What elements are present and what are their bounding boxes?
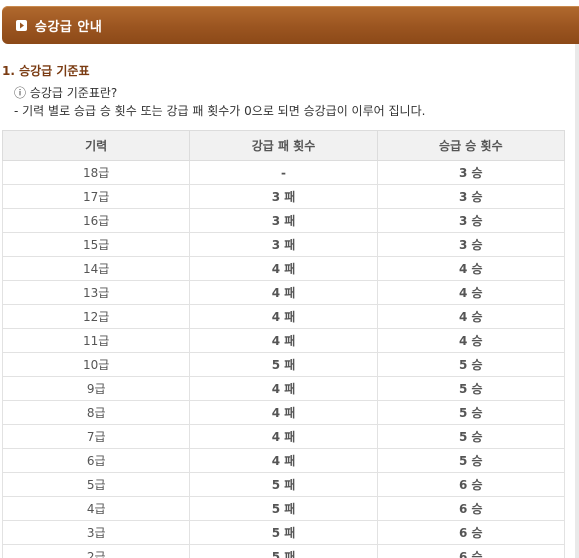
- cell-demote-losses: 4 패: [189, 304, 378, 329]
- cell-demote-losses: 3 패: [189, 208, 378, 233]
- table-row: 7급 4 패5 승: [1, 424, 566, 449]
- cell-promote-wins: 5 승: [376, 400, 566, 425]
- cell-demote-losses: 4 패: [189, 448, 378, 473]
- cell-promote-wins: 5 승: [376, 424, 566, 449]
- cell-promote-wins: 3 승: [376, 232, 566, 257]
- cell-promote-wins: 4 승: [376, 328, 566, 353]
- cell-rank: 11급: [1, 328, 191, 353]
- table-row: 16급 3 패3 승: [1, 208, 566, 233]
- cell-demote-losses: 3 패: [189, 232, 378, 257]
- cell-rank: 17급: [1, 184, 191, 209]
- cell-promote-wins: 5 승: [376, 376, 566, 401]
- cell-rank: 13급: [1, 280, 191, 305]
- cell-demote-losses: 3 패: [189, 184, 378, 209]
- column-header-demote-losses: 강급 패 횟수: [189, 130, 378, 161]
- cell-rank: 6급: [1, 448, 191, 473]
- cell-promote-wins: 5 승: [376, 352, 566, 377]
- cell-promote-wins: 6 승: [376, 496, 566, 521]
- table-row: 8급 4 패5 승: [1, 400, 566, 425]
- table-row: 9급 4 패5 승: [1, 376, 566, 401]
- cell-demote-losses: 5 패: [189, 544, 378, 558]
- table-row: 5급 5 패6 승: [1, 472, 566, 497]
- table-row: 4급 5 패6 승: [1, 496, 566, 521]
- header-title: 승강급 안내: [35, 19, 103, 35]
- table-row: 3급 5 패6 승: [1, 520, 566, 545]
- cell-promote-wins: 6 승: [376, 520, 566, 545]
- cell-promote-wins: 3 승: [376, 208, 566, 233]
- cell-demote-losses: 4 패: [189, 328, 378, 353]
- cell-demote-losses: 5 패: [189, 496, 378, 521]
- cell-promote-wins: 6 승: [376, 544, 566, 558]
- cell-demote-losses: 4 패: [189, 376, 378, 401]
- cell-demote-losses: 4 패: [189, 256, 378, 281]
- table-row: 17급 3 패3 승: [1, 184, 566, 209]
- cell-rank: 12급: [1, 304, 191, 329]
- cell-promote-wins: 4 승: [376, 256, 566, 281]
- cell-rank: 3급: [1, 520, 191, 545]
- cell-promote-wins: 4 승: [376, 304, 566, 329]
- section-subtitle: ⓘ 승강급 기준표란?: [14, 86, 118, 100]
- cell-rank: 7급: [1, 424, 191, 449]
- table-header-row: 기력 강급 패 횟수 승급 승 횟수: [1, 130, 566, 161]
- table-row: 6급 4 패5 승: [1, 448, 566, 473]
- cell-rank: 8급: [1, 400, 191, 425]
- column-header-promote-wins: 승급 승 횟수: [376, 130, 566, 161]
- cell-promote-wins: 3 승: [376, 184, 566, 209]
- table-row: 2급 5 패6 승: [1, 544, 566, 558]
- play-box-icon: [16, 19, 27, 31]
- table-row: 15급 3 패3 승: [1, 232, 566, 257]
- table-row: 13급 4 패4 승: [1, 280, 566, 305]
- cell-rank: 10급: [1, 352, 191, 377]
- cell-promote-wins: 4 승: [376, 280, 566, 305]
- cell-rank: 4급: [1, 496, 191, 521]
- cell-rank: 2급: [1, 544, 191, 558]
- cell-demote-losses: -: [189, 160, 378, 185]
- cell-demote-losses: 4 패: [189, 280, 378, 305]
- cell-rank: 16급: [1, 208, 191, 233]
- cell-rank: 14급: [1, 256, 191, 281]
- table-row: 11급 4 패4 승: [1, 328, 566, 353]
- cell-rank: 5급: [1, 472, 191, 497]
- table-body: 18급 -3 승 17급 3 패3 승 16급 3 패3 승 15급 3 패3 승 14급 4 패…: [1, 160, 566, 558]
- cell-rank: 9급: [1, 376, 191, 401]
- cell-rank: 18급: [1, 160, 191, 185]
- cell-demote-losses: 5 패: [189, 520, 378, 545]
- cell-demote-losses: 5 패: [189, 472, 378, 497]
- table-row: 12급 4 패4 승: [1, 304, 566, 329]
- cell-demote-losses: 4 패: [189, 400, 378, 425]
- column-header-rank: 기력: [1, 130, 191, 161]
- table-row: 18급 -3 승: [1, 160, 566, 185]
- header-bar: 승강급 안내: [2, 6, 579, 44]
- cell-demote-losses: 5 패: [189, 352, 378, 377]
- page: 승강급 안내 1. 승강급 기준표 ⓘ 승강급 기준표란? - 기력 별로 승급…: [0, 0, 579, 558]
- cell-rank: 15급: [1, 232, 191, 257]
- section-description: - 기력 별로 승급 승 횟수 또는 강급 패 횟수가 0으로 되면 승강급이 …: [14, 104, 426, 118]
- table-row: 10급 5 패5 승: [1, 352, 566, 377]
- cell-promote-wins: 3 승: [376, 160, 566, 185]
- table-row: 14급 4 패4 승: [1, 256, 566, 281]
- section-title: 1. 승강급 기준표: [2, 64, 90, 78]
- cell-promote-wins: 6 승: [376, 472, 566, 497]
- scrollbar[interactable]: [575, 44, 579, 558]
- grade-table: 기력 강급 패 횟수 승급 승 횟수 18급 -3 승 17급 3 패3 승 16급 3 …: [1, 130, 566, 558]
- cell-promote-wins: 5 승: [376, 448, 566, 473]
- cell-demote-losses: 4 패: [189, 424, 378, 449]
